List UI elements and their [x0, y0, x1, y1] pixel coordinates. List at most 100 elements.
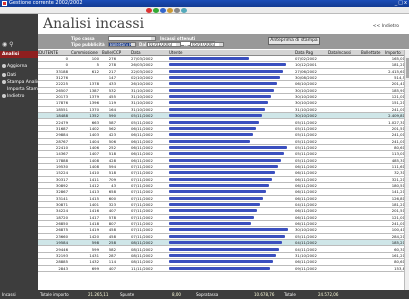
redacted-utente	[169, 126, 256, 130]
cell-data: 08/11/2002	[131, 246, 153, 252]
sidebar-item-stampa-analisi[interactable]: Stampa Analisi	[2, 79, 41, 86]
cell-importo: 161,21	[391, 252, 405, 258]
redacted-utente	[169, 215, 254, 219]
cell-importo: 201,51	[391, 208, 405, 214]
cell-commissione: 599	[91, 246, 99, 252]
cell-bolle: 323	[108, 202, 116, 208]
help-icon[interactable]	[181, 8, 187, 13]
cell-idutente: 26875	[55, 227, 68, 233]
cell-data: 06/11/2002	[131, 125, 153, 131]
al-date-input[interactable]: 05/07/2003	[190, 42, 224, 47]
cell-importo: 241,01	[391, 138, 405, 144]
cell-commissione: 1408	[89, 157, 99, 163]
cell-importo: 165,01	[391, 56, 405, 61]
sidebar-item-indietro[interactable]: Indietro	[2, 93, 38, 100]
cell-data: 26/03/2002	[131, 62, 153, 68]
redacted-utente	[169, 164, 278, 168]
cell-data-pag: 30/10/2002	[295, 100, 317, 106]
back-link[interactable]: << Indietro	[373, 24, 399, 29]
cell-data: 07/11/2002	[131, 227, 153, 233]
cell-bolle: 407	[108, 208, 116, 214]
cell-importo: 185,21	[391, 240, 405, 246]
cell-data: 07/11/2002	[131, 163, 153, 169]
sidebar-item-dati[interactable]: Dati	[2, 72, 38, 79]
dal-date-input[interactable]: 01/01/2003	[147, 42, 181, 47]
spunte-label: Spunte	[120, 292, 135, 297]
cell-data: 06/11/2002	[131, 157, 153, 163]
cell-data: 07/11/2002	[131, 221, 153, 227]
new-icon[interactable]	[146, 8, 152, 13]
cell-bolle: 423	[108, 132, 116, 138]
cell-importo: 151,21	[391, 100, 405, 106]
cell-data: 02/10/2002	[131, 75, 153, 81]
cell-importo: 1.027,31	[388, 119, 405, 125]
tipo-pubblicita-select[interactable]: Bollettini PA	[108, 42, 136, 47]
cell-data: 07/11/2002	[131, 176, 153, 182]
cell-data-pag: 06/10/2002	[295, 81, 317, 87]
vertical-scrollbar[interactable]	[404, 50, 409, 290]
sopratassa-value: 10.678,76	[254, 292, 275, 297]
settings-icon[interactable]	[174, 8, 180, 13]
back-icon[interactable]: ◉	[2, 41, 7, 48]
cell-idutente: 22479	[55, 119, 68, 125]
cell-idutente: 22410	[55, 144, 68, 150]
cell-importo: 141,21	[391, 189, 405, 195]
cell-bolle: 287	[108, 252, 116, 258]
filter-bar: Tipo cassa Incassi ottenuti Tipo pubblic…	[38, 34, 409, 49]
cell-importo: 181,21	[391, 62, 405, 68]
cell-data-pag: 04/11/2002	[295, 202, 317, 208]
cell-importo: 80,61	[394, 144, 405, 150]
redacted-utente	[169, 76, 280, 80]
tipo-cassa-select[interactable]	[108, 36, 156, 41]
totale-label: Totale	[284, 292, 296, 297]
cell-commissione: 598	[91, 240, 99, 246]
cell-data-pag: 31/10/2002	[295, 106, 317, 112]
sidebar-item-aggiorna[interactable]: Aggiorna	[2, 63, 38, 70]
redacted-utente	[169, 82, 277, 86]
chevron-down-icon	[219, 43, 223, 46]
cell-commissione: 1410	[89, 170, 99, 176]
redacted-utente	[169, 266, 270, 270]
search-icon[interactable]: ⚲	[9, 41, 13, 48]
redacted-utente	[169, 260, 273, 264]
cell-idutente: 18551	[55, 106, 68, 112]
cell-data: 08/11/2002	[131, 259, 153, 265]
sopratassa-label: Sopratassa	[196, 292, 219, 297]
cell-bolle: 119	[108, 100, 116, 106]
cell-commissione: 1415	[89, 195, 99, 201]
edit-icon[interactable]	[167, 8, 173, 13]
cell-importo: 284,21	[391, 233, 405, 239]
cell-commissione: 663	[91, 119, 99, 125]
cell-bolle: 518	[108, 170, 116, 176]
cell-data-pag: 30/10/2002	[295, 87, 317, 93]
cell-data: 07/11/2002	[131, 208, 153, 214]
redacted-utente	[169, 184, 269, 187]
cell-commissione: 1419	[89, 227, 99, 233]
totale-importo-label: Totale importo	[40, 292, 69, 297]
cell-data: 31/10/2002	[131, 87, 153, 93]
print-preview-button[interactable]: Anteprima di stampa	[268, 37, 320, 45]
cell-data: 26/10/2002	[131, 81, 153, 87]
spunte-value: 8,00	[172, 292, 181, 297]
cell-idutente: 26850	[55, 221, 68, 227]
cell-data-pag: 06/11/2002	[295, 189, 317, 195]
redacted-utente	[169, 222, 251, 226]
cell-importo: 153,8	[394, 265, 405, 271]
cell-commissione: 1403	[89, 132, 99, 138]
cell-data: 06/11/2002	[131, 138, 153, 144]
cell-data: 06/11/2002	[131, 151, 153, 157]
save-icon[interactable]	[160, 8, 166, 13]
close-icon[interactable]: x	[404, 0, 408, 6]
cell-importo: 32,31	[394, 170, 405, 176]
table-row[interactable]: 2843 699 407 11/11/2002 09/11/2002 153,8	[38, 266, 409, 272]
cell-data-pag: 05/11/2002	[295, 157, 317, 163]
cell-data-pag: 27/06/2002	[295, 68, 317, 74]
print-icon	[2, 79, 6, 84]
cell-importo: 241,01	[391, 132, 405, 138]
redacted-utente	[169, 190, 266, 194]
cell-data-pag: 06/11/2002	[295, 176, 317, 182]
open-icon[interactable]	[153, 8, 159, 13]
cell-commissione: 1396	[89, 100, 99, 106]
cell-data: 05/11/2002	[131, 113, 153, 119]
back-arrow-icon	[2, 93, 6, 98]
